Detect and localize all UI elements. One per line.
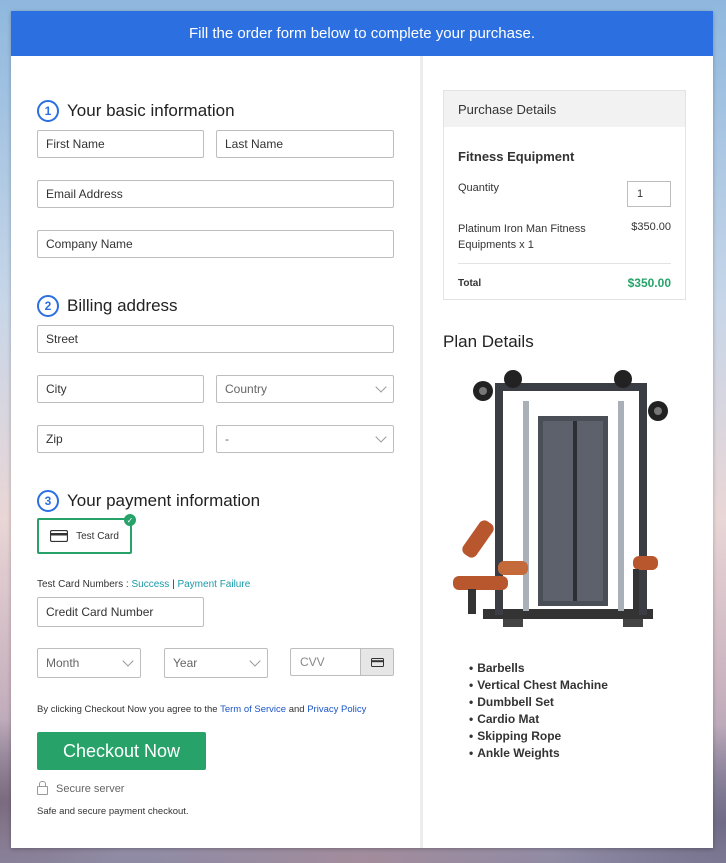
checkout-label: Checkout Now [62,740,181,761]
basic-info-heading: 1 Your basic information [37,100,235,122]
banner-text: Fill the order form below to complete yo… [189,25,535,42]
step-3-badge: 3 [37,490,59,512]
state-select[interactable]: - [216,425,394,453]
step-1-badge: 1 [37,100,59,122]
payment-title: Your payment information [67,491,261,510]
cvv-placeholder: CVV [300,655,325,669]
plan-features-list: Barbells Vertical Chest Machine Dumbbell… [469,660,608,762]
total-divider [458,263,671,264]
test-card-label: Test Card [76,530,119,542]
privacy-policy-link[interactable]: Privacy Policy [307,704,366,715]
total-value: $350.00 [627,276,671,290]
plan-details-title: Plan Details [443,332,534,351]
email-input[interactable]: Email Address [37,180,394,208]
country-select[interactable]: Country [216,375,394,403]
company-placeholder: Company Name [46,237,133,251]
product-name: Fitness Equipment [458,149,575,164]
checkmark-icon: ✓ [124,514,136,526]
item-description: Platinum Iron Man Fitness Equipments x 1 [458,221,586,253]
feature-item: Dumbbell Set [469,694,608,711]
last-name-placeholder: Last Name [225,137,284,151]
month-select[interactable]: Month [37,648,141,678]
month-value: Month [46,656,80,670]
year-value: Year [173,656,198,670]
billing-heading: 2 Billing address [37,295,178,317]
card-number-input[interactable]: Credit Card Number [37,597,204,627]
secure-label: Secure server [56,782,125,795]
link-separator: | [172,579,175,590]
state-value: - [225,432,229,446]
lock-icon [37,781,48,795]
chevron-down-icon [249,655,261,667]
last-name-input[interactable]: Last Name [216,130,394,158]
street-input[interactable]: Street [37,325,394,353]
basic-info-title: Your basic information [67,101,235,120]
feature-item: Barbells [469,660,608,677]
cvv-card-icon [360,649,393,675]
item-line2: Equipments x 1 [458,239,534,251]
item-line1: Platinum Iron Man Fitness [458,223,586,235]
feature-item: Ankle Weights [469,745,608,762]
total-label: Total [458,278,482,289]
terms-of-service-link[interactable]: Term of Service [220,704,286,715]
item-price: $350.00 [631,221,671,233]
summary-column: Purchase Details Fitness Equipment Quant… [423,56,713,848]
year-select[interactable]: Year [164,648,268,678]
billing-title: Billing address [67,296,178,315]
order-form-card: Fill the order form below to complete yo… [11,11,713,848]
header-banner: Fill the order form below to complete yo… [11,11,713,56]
feature-item: Vertical Chest Machine [469,677,608,694]
credit-card-icon [50,530,69,542]
chevron-down-icon [375,431,387,443]
test-numbers-prefix: Test Card Numbers : [37,579,129,590]
feature-item: Cardio Mat [469,711,608,728]
company-input[interactable]: Company Name [37,230,394,258]
terms-prefix: By clicking Checkout Now you agree to th… [37,704,218,715]
terms-and: and [288,704,305,715]
country-value: Country [225,382,268,396]
checkout-button[interactable]: Checkout Now [37,732,206,770]
test-card-numbers: Test Card Numbers : Success | Payment Fa… [37,579,250,590]
city-input[interactable]: City [37,375,204,403]
cvv-input[interactable]: CVV [290,648,394,676]
fitness-machine-image [453,370,668,627]
quantity-value: 1 [637,188,644,200]
chevron-down-icon [122,655,134,667]
quantity-label: Quantity [458,182,499,194]
purchase-details-box: Purchase Details Fitness Equipment Quant… [443,90,686,300]
first-name-input[interactable]: First Name [37,130,204,158]
form-column: 1 Your basic information First Name Last… [11,56,421,848]
city-placeholder: City [46,382,67,396]
email-placeholder: Email Address [46,187,123,201]
quantity-input[interactable]: 1 [627,181,671,207]
success-link[interactable]: Success [131,579,169,590]
chevron-down-icon [375,381,387,393]
payment-failure-link[interactable]: Payment Failure [177,579,250,590]
zip-input[interactable]: Zip [37,425,204,453]
payment-heading: 3 Your payment information [37,490,260,512]
test-card-option[interactable]: Test Card ✓ [37,514,136,554]
zip-placeholder: Zip [46,432,63,446]
terms-text: By clicking Checkout Now you agree to th… [37,704,366,715]
purchase-details-header: Purchase Details [444,91,685,127]
feature-item: Skipping Rope [469,728,608,745]
card-number-placeholder: Credit Card Number [46,605,154,619]
step-2-badge: 2 [37,295,59,317]
first-name-placeholder: First Name [46,137,105,151]
secure-server: Secure server [37,781,125,795]
safe-note: Safe and secure payment checkout. [37,806,189,817]
street-placeholder: Street [46,332,79,346]
